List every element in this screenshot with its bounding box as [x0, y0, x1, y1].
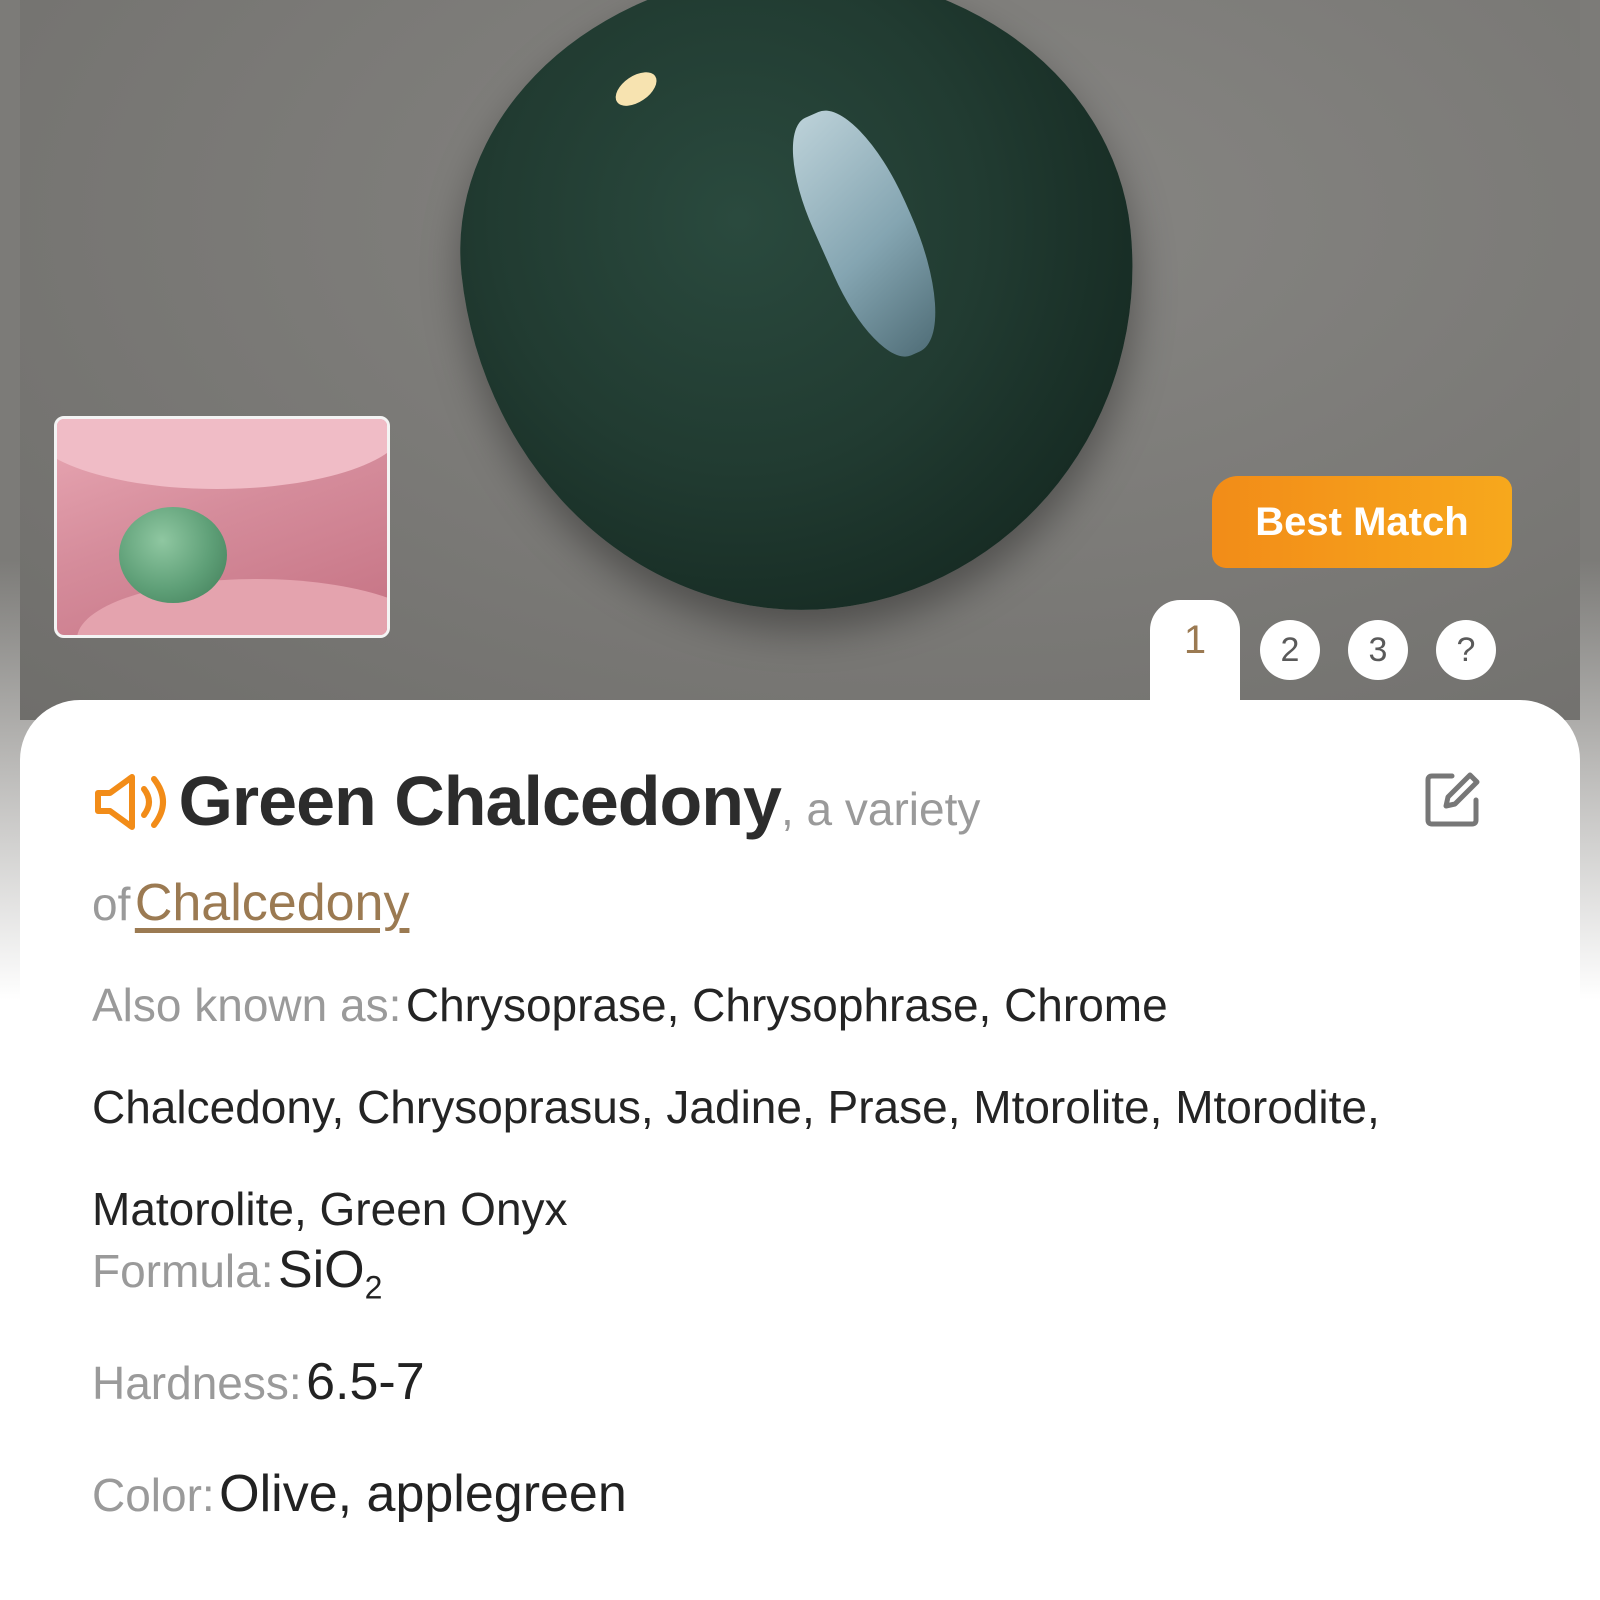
- result-card: Green Chalcedony, a variety of Chalcedon…: [20, 700, 1580, 1600]
- specimen-photo: Best Match 1 2 3 ?: [20, 0, 1580, 720]
- app-frame: Best Match 1 2 3 ? Green Chalcedony, a v…: [20, 0, 1580, 1600]
- formula-label: Formula:: [92, 1245, 274, 1297]
- speaker-icon[interactable]: [92, 771, 174, 833]
- color-value: Olive, applegreen: [219, 1465, 627, 1523]
- result-title: Green Chalcedony, a variety of Chalcedon…: [92, 760, 1392, 957]
- stone-image: [433, 0, 1167, 644]
- color-label: Color:: [92, 1469, 215, 1521]
- aka-row: Also known as: Chrysoprase, Chrysophrase…: [92, 960, 1412, 1266]
- variety-text: , a variety: [780, 783, 981, 835]
- hardness-row: Hardness: 6.5-7: [92, 1352, 425, 1412]
- formula-value: SiO2: [277, 1241, 383, 1306]
- result-tab-help[interactable]: ?: [1436, 620, 1496, 680]
- color-row: Color: Olive, applegreen: [92, 1464, 627, 1524]
- hardness-label: Hardness:: [92, 1357, 302, 1409]
- result-tab-2[interactable]: 2: [1260, 620, 1320, 680]
- result-pager: 1 2 3 ?: [1150, 600, 1550, 705]
- bead-image: [119, 507, 227, 603]
- edit-icon[interactable]: [1422, 770, 1482, 830]
- mineral-name: Green Chalcedony: [178, 762, 782, 840]
- best-match-badge: Best Match: [1212, 476, 1512, 568]
- formula-row: Formula: SiO2: [92, 1240, 382, 1306]
- result-tab-3[interactable]: 3: [1348, 620, 1408, 680]
- of-text: of: [92, 878, 131, 930]
- aka-label: Also known as:: [92, 979, 402, 1031]
- user-photo-thumbnail[interactable]: [54, 416, 390, 638]
- hardness-value: 6.5-7: [306, 1353, 425, 1411]
- result-tab-1[interactable]: 1: [1150, 600, 1240, 705]
- parent-mineral-link[interactable]: Chalcedony: [135, 874, 410, 932]
